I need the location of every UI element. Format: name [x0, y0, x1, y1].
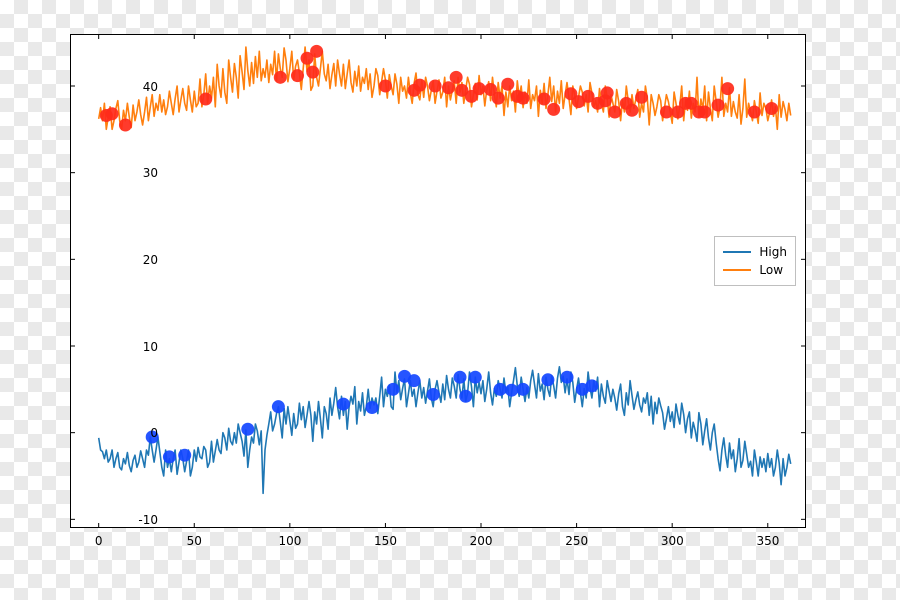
legend-entry-high: High: [723, 243, 787, 261]
xtick-label: 100: [278, 534, 301, 548]
legend: High Low: [714, 236, 796, 286]
legend-label-high: High: [759, 245, 787, 259]
ytick-label: -10: [128, 513, 158, 527]
xtick-label: 300: [661, 534, 684, 548]
plot-canvas: [70, 34, 806, 528]
xtick-label: 250: [565, 534, 588, 548]
legend-swatch-low: [723, 269, 751, 271]
xtick-label: 0: [95, 534, 103, 548]
ytick-label: 20: [128, 253, 158, 267]
legend-entry-low: Low: [723, 261, 787, 279]
ytick-label: 10: [128, 340, 158, 354]
legend-swatch-high: [723, 251, 751, 253]
legend-label-low: Low: [759, 263, 783, 277]
xtick-label: 200: [470, 534, 493, 548]
xtick-label: 150: [374, 534, 397, 548]
plot-area: High Low: [70, 34, 806, 528]
xtick-label: 50: [187, 534, 202, 548]
ytick-label: 40: [128, 80, 158, 94]
ytick-label: 30: [128, 166, 158, 180]
figure: High Low -10 0 10 20 30 40 0 50 100 150 …: [0, 0, 900, 600]
xtick-label: 350: [756, 534, 779, 548]
ytick-label: 0: [128, 426, 158, 440]
